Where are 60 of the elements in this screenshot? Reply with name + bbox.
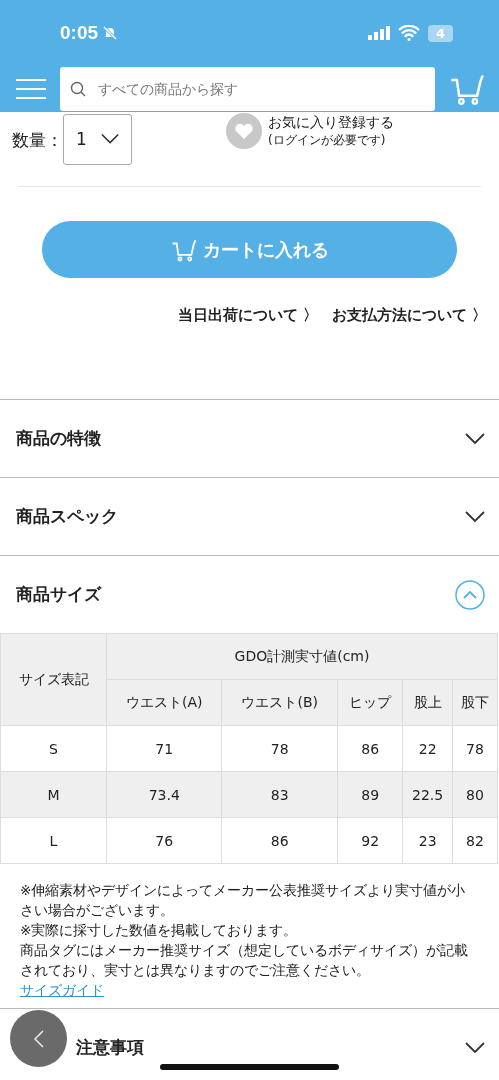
search-field[interactable]: すべての商品から探す: [60, 67, 435, 111]
table-cell: 78: [222, 725, 338, 772]
search-icon: [70, 81, 86, 97]
section-title: 注意事項: [76, 1036, 144, 1059]
status-time: 0:05: [60, 22, 99, 44]
chevron-down-icon: [465, 432, 485, 445]
table-cell: 22.5: [402, 771, 453, 818]
section-header[interactable]: 商品スペック: [0, 478, 499, 555]
table-cell: 80: [452, 771, 498, 818]
table-cell: L: [0, 817, 107, 864]
heart-button[interactable]: [226, 113, 262, 149]
signal-icon: [367, 26, 392, 40]
table-cell: 82: [452, 817, 498, 864]
note-text: 商品タグにはメーカー推奨サイズ（想定しているボディサイズ）が記載されており、実寸とは異なりますのでご注意ください。: [20, 941, 469, 980]
table-header: ウエスト(A): [106, 679, 222, 726]
back-button[interactable]: [10, 1010, 67, 1067]
section-header[interactable]: 商品の特徴: [0, 400, 499, 477]
table-header: ヒップ: [337, 679, 403, 726]
table-cell: 23: [402, 817, 453, 864]
table-header: GDO計測実寸値(cm): [106, 633, 498, 680]
bell-muted-icon: [102, 25, 119, 41]
section-title: 商品サイズ: [16, 583, 101, 606]
table-cell: 89: [337, 771, 403, 818]
section-header[interactable]: 商品サイズ: [0, 556, 499, 633]
table-header: 股上: [402, 679, 453, 726]
heart-icon: [234, 122, 254, 140]
table-header: サイズ表記: [0, 633, 107, 726]
chevron-down-icon: [100, 133, 119, 145]
favorite-link[interactable]: お気に入り登録する: [268, 113, 394, 132]
section-title: 商品の特徴: [16, 427, 101, 450]
table-cell: 83: [222, 771, 338, 818]
chevron-down-icon: [465, 1041, 485, 1054]
size-guide-link[interactable]: サイズガイド: [20, 982, 104, 998]
menu-icon[interactable]: [16, 78, 46, 100]
info-link[interactable]: 当日出荷について 〉: [177, 306, 318, 325]
table-cell: 22: [402, 725, 453, 772]
table-cell: 86: [337, 725, 403, 772]
section-header[interactable]: 注意事項: [0, 1009, 499, 1080]
table-cell: 86: [222, 817, 338, 864]
table-header: ウエスト(B): [222, 679, 338, 726]
login-note: (ログインが必要です): [268, 131, 387, 149]
back-icon: [33, 1029, 44, 1048]
chevron-down-icon: [465, 510, 485, 523]
table-header: 股下: [452, 679, 498, 726]
note-text: ※実際に採寸した数値を掲載しております。: [20, 921, 299, 940]
table-cell: 71: [106, 725, 222, 772]
battery-icon: 4: [427, 24, 453, 42]
table-cell: 78: [452, 725, 498, 772]
table-cell: 73.4: [106, 771, 222, 818]
section-title: 商品スペック: [16, 505, 118, 528]
info-link[interactable]: お支払方法について 〉: [331, 306, 487, 325]
table-cell: 92: [337, 817, 403, 864]
wifi-icon: [397, 25, 420, 41]
table-cell: 76: [106, 817, 222, 864]
quantity-select[interactable]: 1: [63, 113, 132, 165]
table-cell: S: [0, 725, 107, 772]
table-cell: M: [0, 771, 107, 818]
note-text: ※伸縮素材やデザインによってメーカー公表推奨サイズより実寸値が小さい場合がございます。: [20, 881, 467, 920]
chevron-up-icon: [455, 579, 485, 610]
quantity-label: 数量：: [12, 128, 63, 152]
